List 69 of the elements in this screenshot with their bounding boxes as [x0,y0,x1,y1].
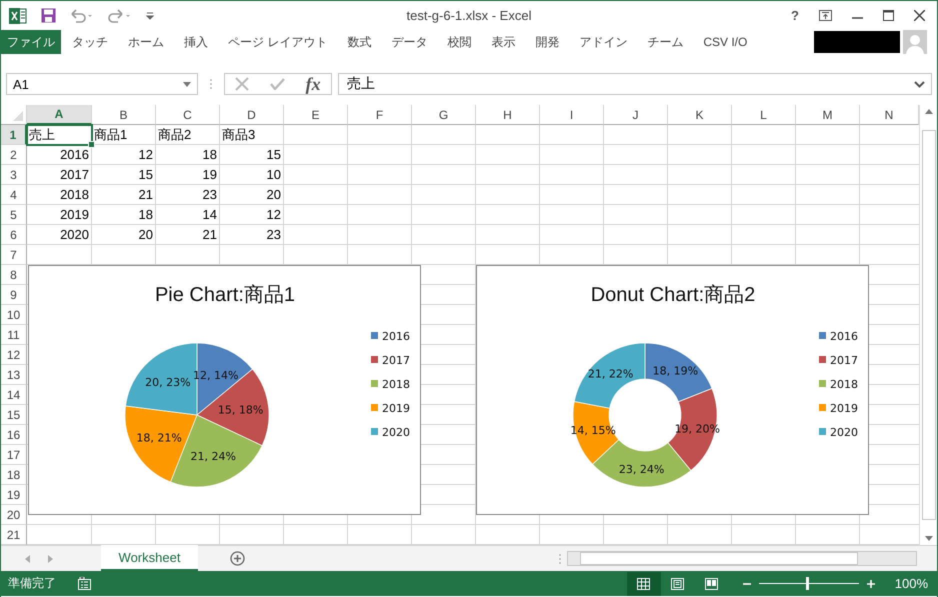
legend-label: 2017 [382,354,410,367]
help-button[interactable]: ? [791,8,799,23]
ribbon-tab[interactable]: 開発 [524,30,568,54]
sheet-tab[interactable]: Worksheet [101,545,198,571]
insert-function-button[interactable]: fx [306,74,321,94]
legend-label: 2016 [830,330,858,343]
status-text: 準備完了 [8,575,56,592]
zoom-in-icon[interactable] [866,580,875,588]
window-title: test-g-6-1.xlsx - Excel [406,8,532,23]
ribbon-tab[interactable]: ホーム [117,30,173,54]
redo-icon[interactable] [108,8,132,22]
scroll-up-icon[interactable] [924,109,932,114]
data-label: 15, 18% [218,403,264,416]
ribbon-tab[interactable]: タッチ [61,30,117,54]
column-header[interactable]: N [860,105,919,125]
enter-check-icon[interactable] [270,78,285,90]
legend-label: 2018 [830,378,858,391]
scroll-down-icon[interactable] [924,536,932,541]
row-header[interactable]: 1 [1,125,27,145]
grid-icon [637,578,650,590]
ribbon-tab[interactable]: アドイン [568,30,636,54]
expand-chevron-icon [914,80,925,88]
legend-label: 2020 [382,426,410,439]
page-icon [671,578,684,590]
file-tab[interactable]: ファイル [1,30,61,54]
sheet-cell[interactable]: 売上 [27,125,92,145]
name-box[interactable]: A1 [6,73,198,95]
ribbon-tab[interactable]: チーム [636,30,692,54]
undo-icon[interactable] [70,8,94,22]
drag-handle-icon [559,554,561,564]
excel-logo-icon [9,8,27,24]
dropdown-caret-icon [183,82,191,86]
horizontal-scroll-thumb[interactable] [580,552,858,565]
add-sheet-icon[interactable] [230,551,245,566]
ribbon-tab[interactable]: 数式 [336,30,380,54]
data-label: 18, 21% [136,431,182,444]
ribbon-tab[interactable]: 挿入 [173,30,217,54]
legend-label: 2019 [382,402,410,415]
legend-label: 2017 [830,354,858,367]
zoom-level[interactable]: 100% [894,576,928,591]
ribbon-tab[interactable]: 表示 [480,30,524,54]
drag-handle-icon [210,79,212,89]
legend-label: 2019 [830,402,858,415]
normal-view-button[interactable] [626,572,661,596]
data-label: 23, 24% [618,462,664,476]
maximize-icon[interactable] [883,10,894,21]
ribbon-options-icon[interactable] [819,10,832,21]
data-label: 21, 24% [190,450,236,463]
close-icon[interactable] [914,10,925,21]
column-header[interactable]: A [27,105,92,125]
formula-field[interactable]: 売上 [338,73,932,95]
customize-toolbar-icon[interactable] [146,12,154,20]
chart-title: Donut Chart:商品2 [590,284,756,306]
legend-label: 2018 [382,378,410,391]
chart-title: Pie Chart:商品1 [154,284,296,306]
ribbon-tab[interactable]: CSV I/O [692,30,756,54]
page-break-icon [705,578,718,590]
data-label: 20, 23% [145,376,191,389]
legend-label: 2016 [382,330,410,343]
legend-label: 2020 [830,426,858,439]
save-icon[interactable] [41,8,56,23]
data-label: 21, 22% [588,367,634,380]
ribbon-tab[interactable]: ページ レイアウト [217,30,336,54]
ribbon-tab[interactable]: データ [380,30,436,54]
vertical-scroll-thumb[interactable] [922,130,936,520]
ribbon-tab[interactable]: 校閲 [436,30,480,54]
zoom-slider-thumb[interactable] [806,577,809,590]
triangle-icon [13,111,23,121]
data-label: 18, 19% [652,364,698,378]
